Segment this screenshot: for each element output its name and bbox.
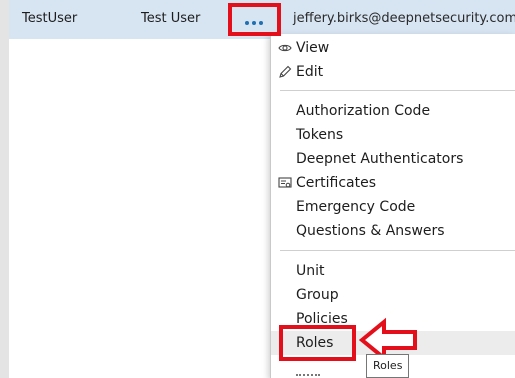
menu-item-tokens[interactable]: Tokens bbox=[271, 123, 515, 147]
menu-item-questions-answers[interactable]: Questions & Answers bbox=[271, 219, 515, 243]
eye-icon bbox=[278, 44, 292, 52]
menu-item-label: Group bbox=[296, 287, 339, 303]
menu-item-edit[interactable]: Edit bbox=[271, 60, 515, 84]
dot bbox=[259, 21, 263, 25]
menu-item-group[interactable]: Group bbox=[271, 283, 515, 307]
menu-item-label: Questions & Answers bbox=[296, 223, 445, 239]
menu-item-label: Emergency Code bbox=[296, 199, 416, 215]
menu-item-label: Unit bbox=[296, 263, 325, 279]
dot bbox=[252, 21, 256, 25]
menu-item-label: Authorization Code bbox=[296, 103, 431, 119]
email-cell: jeffery.birks@deepnetsecurity.com bbox=[293, 11, 515, 26]
username-cell: TestUser bbox=[22, 11, 78, 26]
menu-item-label: Policies bbox=[296, 311, 348, 327]
menu-item-unit[interactable]: Unit bbox=[271, 259, 515, 283]
menu-item-label: Certificates bbox=[296, 175, 377, 191]
left-panel-edge bbox=[0, 0, 9, 378]
menu-item-view[interactable]: View bbox=[271, 36, 515, 60]
pencil-icon bbox=[279, 65, 292, 78]
dot bbox=[245, 21, 249, 25]
menu-item-certificates[interactable]: Certificates bbox=[271, 171, 515, 195]
name-cell: Test User bbox=[141, 11, 201, 26]
menu-item-label: Deepnet Authenticators bbox=[296, 151, 464, 167]
row-actions-button[interactable] bbox=[228, 3, 281, 36]
menu-divider bbox=[280, 250, 515, 251]
certificate-icon bbox=[278, 177, 292, 188]
tooltip: Roles bbox=[366, 354, 410, 378]
menu-item-label: Tokens bbox=[296, 127, 344, 143]
menu-divider bbox=[280, 90, 515, 91]
menu-item-emergency-code[interactable]: Emergency Code bbox=[271, 195, 515, 219]
menu-item-label: Edit bbox=[296, 64, 324, 80]
menu-item-label: Roles bbox=[296, 335, 334, 351]
menu-item-label: View bbox=[296, 40, 330, 56]
menu-item-partial bbox=[296, 374, 320, 378]
menu-item-authorization-code[interactable]: Authorization Code bbox=[271, 99, 515, 123]
menu-item-deepnet-authenticators[interactable]: Deepnet Authenticators bbox=[271, 147, 515, 171]
